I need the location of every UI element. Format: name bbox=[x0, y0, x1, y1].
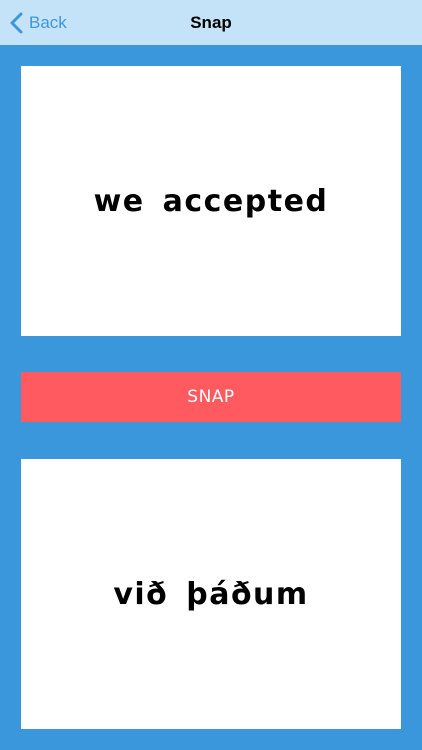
top-card-word: we accepted bbox=[93, 183, 329, 219]
bottom-card-word: við þáðum bbox=[113, 576, 309, 612]
bottom-card: við þáðum bbox=[21, 459, 401, 729]
snap-button[interactable]: SNAP bbox=[21, 372, 401, 422]
navigation-bar: Back Snap bbox=[0, 0, 422, 45]
page-title: Snap bbox=[190, 13, 232, 32]
top-card: we accepted bbox=[21, 66, 401, 336]
